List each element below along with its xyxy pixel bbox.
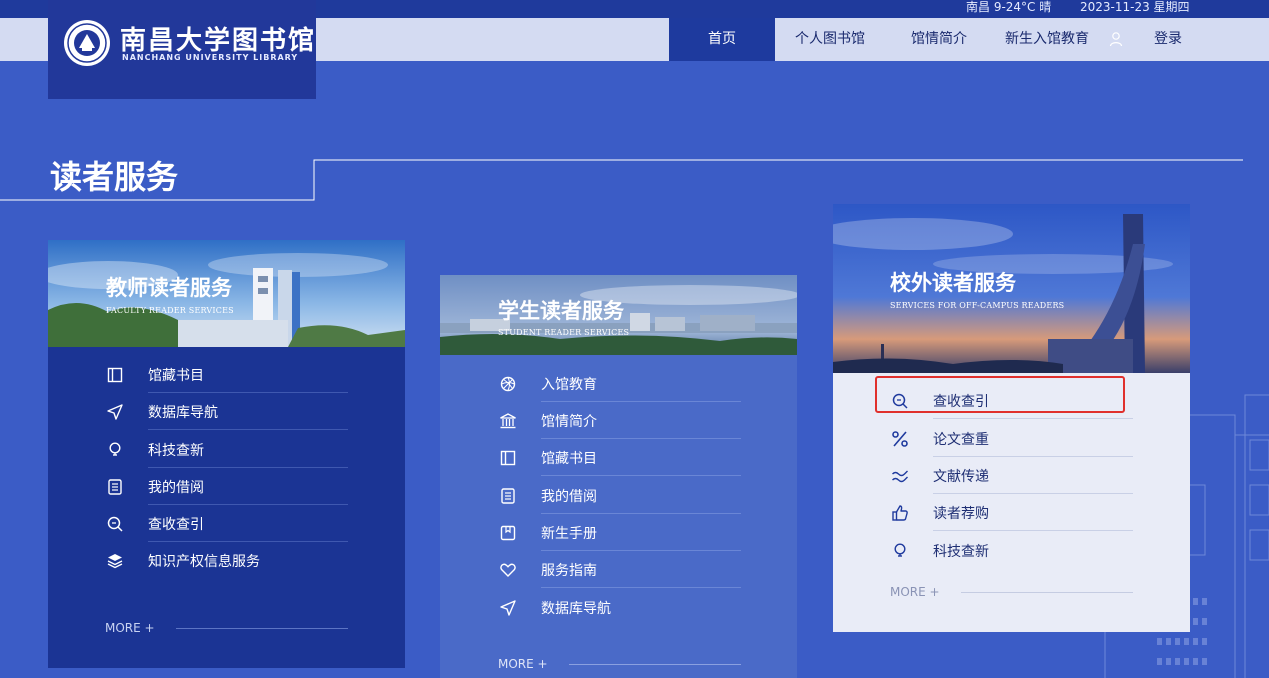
off-campus-item-label: 文献传递 — [933, 469, 989, 485]
navigation-icon — [500, 600, 516, 616]
divider — [961, 592, 1133, 593]
off-campus-item-label: 科技查新 — [933, 544, 989, 560]
divider — [541, 587, 741, 588]
student-item-handbook[interactable]: 新生手册 — [499, 514, 741, 551]
student-item-label: 服务指南 — [541, 563, 597, 579]
student-card-subtitle: STUDENT READER SERVICES — [498, 328, 630, 337]
teacher-item-catalog[interactable]: 馆藏书目 — [106, 356, 348, 393]
teacher-card-title: 教师读者服务 — [106, 275, 232, 300]
book-icon — [107, 367, 123, 383]
student-card-title: 学生读者服务 — [498, 298, 624, 323]
weather-info: 南昌 9-24°C 晴 — [966, 0, 1052, 14]
student-item-label: 馆藏书目 — [541, 451, 597, 467]
divider — [933, 530, 1133, 531]
teacher-item-ip-service[interactable]: 知识产权信息服务 — [106, 542, 346, 579]
off-campus-item-document-delivery[interactable]: 文献传递 — [891, 457, 1133, 494]
student-item-service-guide[interactable]: 服务指南 — [499, 551, 741, 588]
divider — [176, 628, 348, 629]
teacher-item-label: 我的借阅 — [148, 480, 204, 496]
student-item-library-intro[interactable]: 馆情简介 — [499, 402, 741, 439]
divider — [569, 664, 741, 665]
teacher-item-citation-search[interactable]: 查收查引 — [106, 505, 348, 542]
logo-name-en: NANCHANG UNIVERSITY LIBRARY — [122, 53, 299, 62]
thumbs-up-icon — [892, 505, 908, 521]
highlight-annotation-box — [875, 376, 1125, 413]
university-emblem-icon — [64, 20, 110, 66]
teacher-item-label: 数据库导航 — [148, 405, 218, 421]
student-item-label: 我的借阅 — [541, 489, 597, 505]
user-icon[interactable] — [1108, 31, 1124, 47]
student-item-orientation[interactable]: 入馆教育 — [499, 365, 741, 402]
off-campus-card-subtitle: SERVICES FOR OFF-CAMPUS READERS — [890, 301, 1065, 310]
student-item-catalog[interactable]: 馆藏书目 — [499, 439, 741, 476]
logo-name-cn: 南昌大学图书馆 — [120, 26, 317, 56]
search-icon — [107, 516, 123, 532]
divider — [933, 418, 1133, 419]
date-info: 2023-11-23 星期四 — [1080, 0, 1190, 14]
teacher-item-label: 馆藏书目 — [148, 368, 204, 384]
off-campus-item-plagiarism-check[interactable]: 论文查重 — [891, 420, 1133, 457]
teacher-item-label: 查收查引 — [148, 517, 204, 533]
layers-icon — [107, 554, 123, 569]
nav-library-intro[interactable]: 馆情简介 — [903, 18, 975, 61]
teacher-item-label: 科技查新 — [148, 443, 204, 459]
lightbulb-icon — [109, 442, 121, 456]
off-campus-card-title: 校外读者服务 — [890, 270, 1016, 295]
building-icon — [500, 413, 516, 429]
nav-home[interactable]: 首页 — [669, 18, 775, 61]
lightbulb-icon — [894, 543, 906, 557]
student-item-label: 入馆教育 — [541, 377, 597, 393]
nav-personal-library[interactable]: 个人图书馆 — [786, 18, 874, 61]
handbook-icon — [500, 525, 516, 541]
teacher-item-label: 知识产权信息服务 — [148, 554, 260, 570]
teacher-more-link[interactable]: MORE + — [105, 621, 155, 635]
off-campus-item-label: 读者荐购 — [933, 506, 989, 522]
navigation-icon — [107, 404, 123, 420]
nav-freshman-education[interactable]: 新生入馆教育 — [996, 18, 1098, 61]
heart-icon — [500, 563, 516, 577]
student-item-label: 馆情简介 — [541, 414, 597, 430]
teacher-card-subtitle: FACULTY READER SERVICES — [106, 306, 234, 315]
login-button[interactable]: 登录 — [1148, 18, 1188, 61]
off-campus-item-novelty-search[interactable]: 科技查新 — [891, 532, 1131, 569]
student-item-label: 新生手册 — [541, 526, 597, 542]
document-icon — [108, 479, 122, 495]
title-decoration-lines — [0, 159, 1243, 201]
teacher-item-database[interactable]: 数据库导航 — [106, 393, 348, 430]
off-campus-more-link[interactable]: MORE + — [890, 585, 940, 599]
book-icon — [500, 450, 516, 466]
off-campus-item-purchase-recommend[interactable]: 读者荐购 — [891, 494, 1133, 531]
divider — [148, 429, 348, 430]
teacher-item-novelty-search[interactable]: 科技查新 — [106, 431, 348, 468]
document-icon — [501, 488, 515, 504]
off-campus-item-label: 论文查重 — [933, 432, 989, 448]
divider — [541, 475, 741, 476]
student-more-link[interactable]: MORE + — [498, 657, 548, 671]
flower-icon — [500, 376, 516, 392]
transfer-icon — [892, 470, 908, 483]
percent-icon — [892, 431, 908, 447]
student-item-my-borrowing[interactable]: 我的借阅 — [499, 477, 741, 514]
teacher-item-my-borrowing[interactable]: 我的借阅 — [106, 468, 348, 505]
student-item-label: 数据库导航 — [541, 601, 611, 617]
student-item-database[interactable]: 数据库导航 — [499, 589, 739, 626]
